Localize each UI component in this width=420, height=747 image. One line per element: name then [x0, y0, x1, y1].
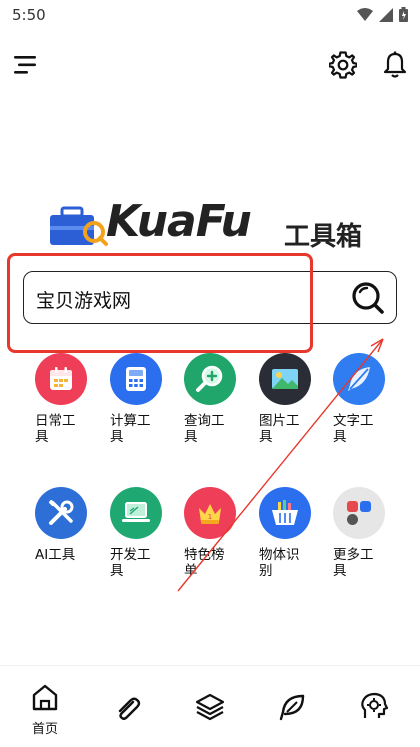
tool-text[interactable]: 文字工具: [333, 353, 397, 445]
basket-icon: [259, 487, 311, 539]
status-icons: [357, 7, 408, 22]
signal-icon: [379, 7, 393, 22]
search-button[interactable]: [350, 280, 386, 316]
tool-label: 图片工具: [259, 413, 300, 445]
logo-subtitle: 工具箱: [284, 222, 363, 252]
toolbox-logo-icon: [50, 206, 108, 246]
nav-home-label: 首页: [31, 722, 58, 737]
nav-attachments[interactable]: [105, 694, 151, 744]
tool-label: 查询工具: [184, 413, 225, 445]
tool-recognition[interactable]: 物体识别: [259, 487, 323, 579]
notifications-button[interactable]: [382, 51, 408, 79]
status-time: 5:50: [12, 6, 46, 24]
tool-calculator[interactable]: 计算工具: [110, 353, 174, 445]
nav-layers[interactable]: [187, 692, 233, 742]
settings-button[interactable]: [328, 51, 358, 79]
menu-icon: [14, 56, 36, 74]
tool-label: 特色榜单: [184, 547, 225, 579]
feather-icon: [333, 353, 385, 405]
tool-label: 更多工具: [333, 547, 374, 579]
tool-dev[interactable]: 开发工具: [110, 487, 174, 579]
status-bar: 5:50: [0, 0, 420, 30]
tool-ranking[interactable]: 1 特色榜单: [184, 487, 248, 579]
more-apps-icon: [333, 487, 385, 539]
bottom-nav: 首页: [0, 665, 420, 747]
tool-label: 物体识别: [259, 547, 300, 579]
nav-mine[interactable]: [351, 692, 397, 742]
nav-home[interactable]: 首页: [22, 682, 68, 737]
app-logo: KuaFu 工具箱: [48, 196, 374, 252]
tool-query[interactable]: 查询工具: [184, 353, 248, 445]
wifi-icon: [357, 7, 373, 21]
tool-label: 文字工具: [333, 413, 374, 445]
brain-gear-icon: [361, 692, 389, 718]
menu-button[interactable]: [14, 54, 38, 76]
tool-picture[interactable]: 图片工具: [259, 353, 323, 445]
calculator-icon: [110, 353, 162, 405]
calendar-icon: [35, 353, 87, 405]
svg-text:1: 1: [208, 513, 212, 521]
magnifier-plus-icon: [184, 353, 236, 405]
tool-label: 计算工具: [110, 413, 151, 445]
gear-icon: [328, 51, 358, 79]
tool-label: AI工具: [35, 547, 76, 563]
picture-icon: [259, 353, 311, 405]
crown-icon: 1: [184, 487, 236, 539]
wrench-screwdriver-icon: [35, 487, 87, 539]
search-icon: [352, 282, 384, 314]
tool-label: 开发工具: [110, 547, 151, 579]
highlight-box: [7, 253, 313, 353]
layers-icon: [195, 693, 225, 721]
leaf-icon: [279, 694, 305, 721]
tool-daily[interactable]: 日常工具: [35, 353, 99, 445]
top-bar: [0, 48, 420, 84]
bell-icon: [383, 51, 407, 78]
laptop-icon: [110, 487, 162, 539]
home-icon: [32, 684, 58, 711]
paperclip-icon: [118, 697, 141, 720]
battery-icon: [399, 7, 408, 22]
nav-leaf[interactable]: [269, 692, 315, 742]
tool-more[interactable]: 更多工具: [333, 487, 397, 579]
logo-wordmark: KuaFu: [106, 196, 252, 247]
tool-label: 日常工具: [35, 413, 76, 445]
tool-ai[interactable]: AI工具: [35, 487, 99, 563]
